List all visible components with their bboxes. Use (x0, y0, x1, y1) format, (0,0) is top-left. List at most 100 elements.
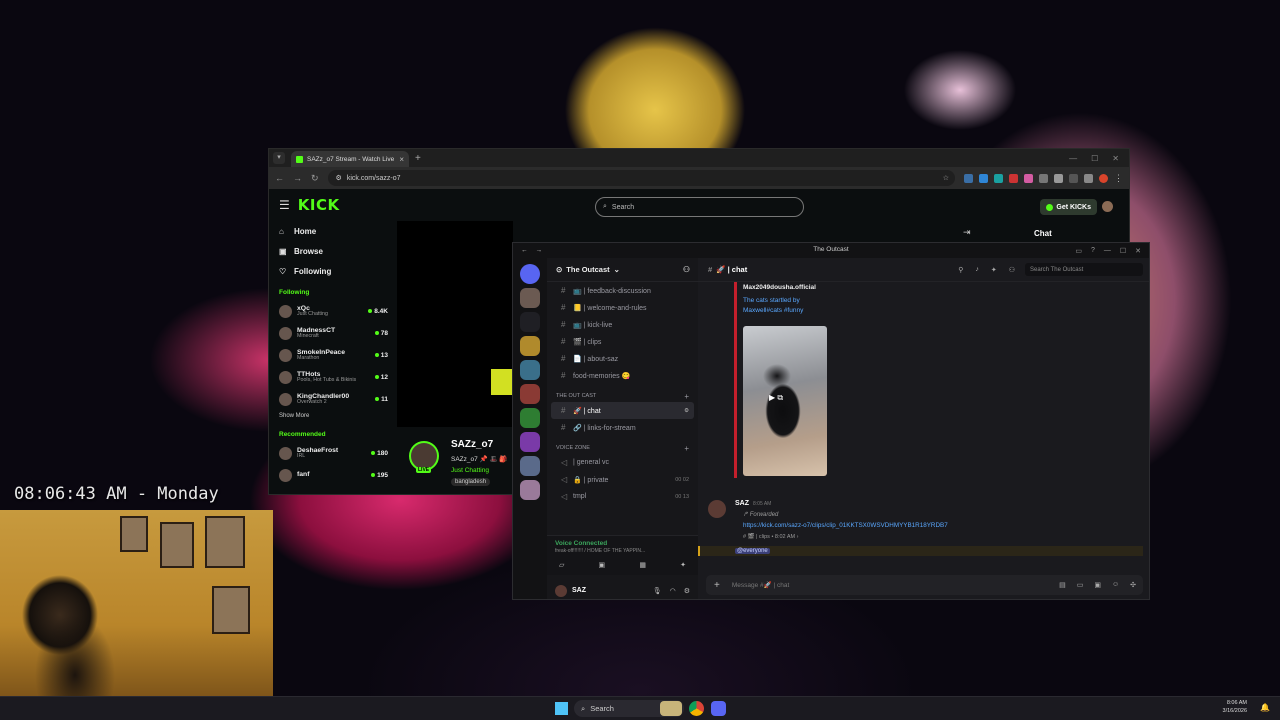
channel-category-link[interactable]: Just Chatting (451, 467, 489, 474)
voice-channel-item[interactable]: ◁ 🔒 | private 00 02 (551, 471, 694, 488)
threads-icon[interactable]: ⚲ (958, 266, 963, 274)
forward-icon[interactable]: → (293, 173, 302, 183)
activities-icon[interactable]: ▦ (639, 561, 646, 569)
avatar[interactable] (555, 584, 567, 597)
notification-bell-icon[interactable]: ♪ (975, 266, 979, 274)
address-bar[interactable]: ⚙ kick.com/sazz-o7 ☆ (327, 170, 955, 186)
message-composer[interactable]: + Message #🚀 | chat ▤ ▭ ▣ ☺ ✣ (706, 575, 1143, 595)
extension-icon[interactable] (1009, 173, 1018, 183)
forward-source[interactable]: # 🎬 | clips • 8:02 AM › (743, 534, 798, 540)
extension-icon[interactable] (979, 173, 988, 183)
server-search-input[interactable]: Search The Outcast (1025, 263, 1143, 276)
server-icon[interactable] (520, 480, 540, 500)
profile-avatar[interactable] (1099, 173, 1108, 183)
channel-item[interactable]: # food-memories 😋 (551, 367, 694, 384)
notification-bell-icon[interactable]: 🔔 (1260, 703, 1270, 712)
following-item[interactable]: KingChandler00 Overwatch 2 11 (269, 388, 394, 410)
kick-user-avatar[interactable] (1102, 201, 1113, 212)
screen-share-icon[interactable]: ▣ (599, 561, 606, 569)
bookmark-star-icon[interactable]: ☆ (943, 174, 949, 182)
voice-connected-label[interactable]: Voice Connected (555, 540, 690, 547)
channel-settings-icon[interactable]: ⚙ (684, 408, 689, 414)
following-item[interactable]: MadnessCT Minecraft 78 (269, 322, 394, 344)
sticker-icon[interactable]: ▣ (1094, 581, 1101, 589)
channel-tag[interactable]: bangladesh (451, 478, 491, 486)
settings-gear-icon[interactable]: ⚙ (684, 587, 690, 595)
server-icon[interactable] (520, 408, 540, 428)
discord-icon[interactable] (711, 701, 726, 716)
server-icon[interactable] (520, 432, 540, 452)
nav-home[interactable]: ⌂ Home (269, 221, 394, 241)
discord-home-icon[interactable] (520, 264, 540, 284)
close-window-icon[interactable]: ✕ (1112, 154, 1119, 163)
add-channel-icon[interactable]: + (684, 392, 689, 401)
apps-icon[interactable]: ✣ (1130, 581, 1136, 589)
microphone-icon[interactable]: 🎙 (653, 587, 662, 595)
extension-icon[interactable] (1054, 173, 1063, 183)
following-item[interactable]: TTHots Pools, Hot Tubs & Bikinis 12 (269, 366, 394, 388)
emoji-icon[interactable]: ☺ (1112, 581, 1119, 589)
channel-item[interactable]: # 📺 | feedback-discussion (551, 282, 694, 299)
server-icon[interactable] (520, 384, 540, 404)
server-icon[interactable] (520, 360, 540, 380)
extension-icon[interactable] (1039, 173, 1048, 183)
server-icon[interactable] (520, 288, 540, 308)
recommended-item[interactable]: fanf 195 (269, 464, 394, 486)
puzzle-icon[interactable] (1069, 173, 1078, 183)
server-icon[interactable] (520, 312, 540, 332)
minimize-icon[interactable]: — (1069, 154, 1077, 163)
maximize-icon[interactable]: ☐ (1091, 154, 1098, 163)
voice-channel-item[interactable]: ◁ tmpl 00 13 (551, 488, 694, 505)
add-channel-icon[interactable]: + (684, 444, 689, 453)
forward-author[interactable]: Max2049dousha.official (743, 284, 816, 291)
soundboard-icon[interactable]: ✦ (680, 561, 686, 569)
kick-search-input[interactable]: ⌕ Search (595, 197, 804, 217)
nav-following[interactable]: ♡ Following (269, 261, 394, 281)
channel-item[interactable]: # 📺 | kick-live (551, 316, 694, 333)
following-item[interactable]: SmokeInPeace Marathon 13 (269, 344, 394, 366)
widget-icon[interactable] (660, 701, 682, 716)
browser-tab[interactable]: SAZz_o7 Stream - Watch Live o × (291, 151, 409, 167)
invite-people-icon[interactable]: ⚇ (683, 265, 690, 274)
play-icon[interactable]: ▶ ⧉ (769, 393, 783, 403)
collapse-chat-icon[interactable]: ⇥ (963, 227, 971, 238)
voice-channel-path[interactable]: freak-off!!!!!!! / HOME OF THE YAPPIN... (555, 548, 665, 554)
chrome-icon[interactable] (689, 701, 704, 716)
attach-plus-icon[interactable]: + (714, 580, 720, 591)
camera-icon[interactable]: ▱ (559, 561, 564, 569)
extension-icon[interactable] (1024, 173, 1033, 183)
back-icon[interactable]: ← (275, 173, 284, 183)
members-icon[interactable]: ⚇ (1009, 266, 1015, 274)
headphones-icon[interactable]: ◠ (670, 587, 676, 595)
clip-link[interactable]: https://kick.com/sazz-o7/clips/clip_01KK… (743, 522, 948, 529)
pin-icon[interactable]: ✦ (991, 266, 997, 274)
taskbar-clock[interactable]: 8:06 AM 3/16/2026 (1223, 700, 1247, 715)
extension-icon[interactable] (994, 173, 1003, 183)
everyone-mention[interactable]: @everyone (735, 548, 770, 554)
nav-browse[interactable]: ▣ Browse (269, 241, 394, 261)
sidebar-icon[interactable] (1084, 173, 1093, 183)
recommended-item[interactable]: DeshaeFrost IRL 180 (269, 442, 394, 464)
server-header[interactable]: ⊙ The Outcast ⌄ ⚇ (547, 258, 698, 282)
extension-icon[interactable] (964, 173, 973, 183)
channel-item[interactable]: # 📒 | welcome-and-rules (551, 299, 694, 316)
avatar[interactable] (708, 500, 726, 518)
server-icon[interactable] (520, 336, 540, 356)
tab-close-icon[interactable]: × (399, 155, 404, 164)
menu-dots-icon[interactable]: ⋮ (1114, 173, 1123, 184)
channel-item[interactable]: # 📄 | about-saz (551, 350, 694, 367)
channel-item[interactable]: # 🎬 | clips (551, 333, 694, 350)
message-author[interactable]: SAZ (735, 500, 749, 507)
forward-text[interactable]: The cats startled by Maxwell#cats #funny (743, 296, 833, 316)
show-more-link[interactable]: Show More (269, 413, 394, 419)
get-kicks-button[interactable]: Get KICKs (1040, 199, 1097, 215)
category-voice-zone[interactable]: VOICE ZONE + (547, 442, 698, 454)
channel-item[interactable]: # 🔗 | links-for-stream (551, 419, 694, 436)
tab-search-button[interactable]: ▾ (273, 152, 285, 164)
channel-item-chat[interactable]: # 🚀 | chat ⚙ (551, 402, 694, 419)
windows-start-icon[interactable] (555, 702, 568, 715)
reload-icon[interactable]: ↻ (311, 173, 319, 184)
stream-player[interactable] (397, 221, 513, 427)
gift-icon[interactable]: ▤ (1059, 581, 1066, 589)
new-tab-button[interactable]: + (415, 153, 421, 164)
